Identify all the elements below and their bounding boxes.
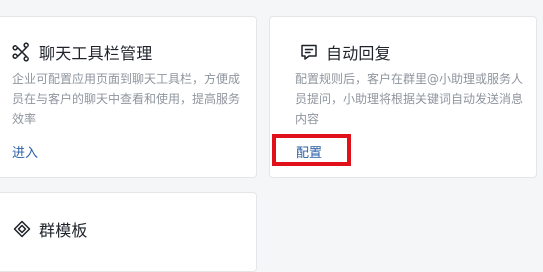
group-template-title: 群模板 xyxy=(39,221,88,240)
chat-toolbar-card-header: 聊天工具栏管理 xyxy=(12,41,152,63)
auto-reply-configure-link[interactable]: 配置 xyxy=(296,142,322,161)
chat-toolbar-description: 企业可配置应用页面到聊天工具栏，方便成员在与客户的聊天中查看和使用，提高服务效率 xyxy=(12,72,241,126)
auto-reply-card: 自动回复 配置规则后，客户在群里@小助理或服务人员提问，小助理将根据关键词自动发… xyxy=(269,16,537,178)
group-template-icon xyxy=(12,219,32,239)
auto-reply-title: 自动回复 xyxy=(326,44,391,63)
message-reply-icon xyxy=(299,42,319,62)
chat-toolbar-title: 聊天工具栏管理 xyxy=(39,44,153,63)
toolbar-icon xyxy=(12,42,32,62)
auto-reply-card-header: 自动回复 xyxy=(299,41,391,63)
group-template-card: 群模板 xyxy=(0,192,257,272)
auto-reply-description: 配置规则后，客户在群里@小助理或服务人员提问，小助理将根据关键词自动发送消息内容 xyxy=(295,72,524,126)
chat-toolbar-card: 聊天工具栏管理 企业可配置应用页面到聊天工具栏，方便成员在与客户的聊天中查看和使… xyxy=(0,16,257,178)
group-template-card-header: 群模板 xyxy=(12,218,88,240)
chat-toolbar-enter-link[interactable]: 进入 xyxy=(12,142,38,161)
